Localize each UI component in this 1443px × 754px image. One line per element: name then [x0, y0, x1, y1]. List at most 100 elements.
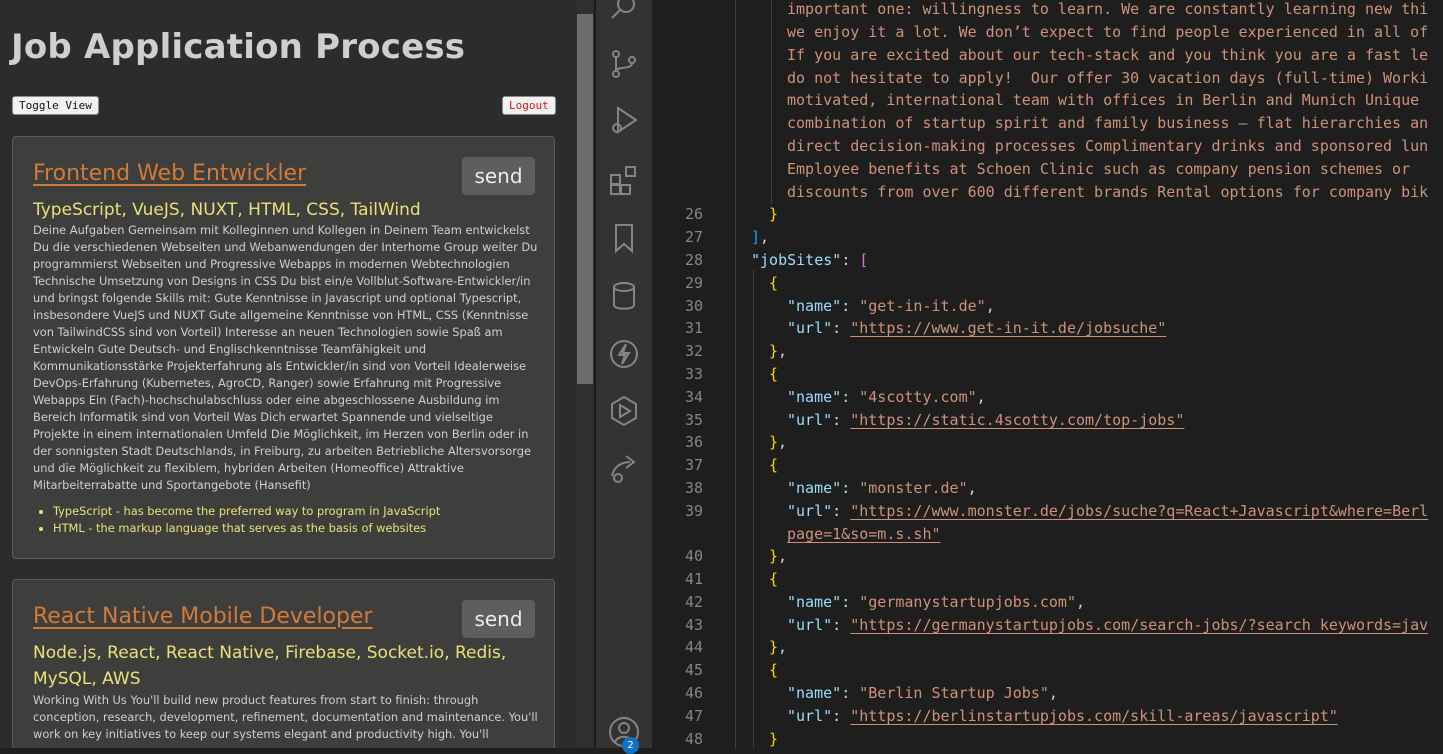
site-url-link[interactable]: "https://www.get-in-it.de/jobsuche" — [850, 319, 1166, 337]
logout-button[interactable]: Logout — [502, 96, 556, 115]
page-title: Job Application Process — [11, 27, 466, 67]
indent-guide — [753, 270, 754, 748]
line-number: 37 — [684, 456, 703, 474]
json-key: "url" — [787, 411, 833, 429]
json-key: "name" — [787, 388, 842, 406]
line-number: 39 — [684, 502, 703, 520]
search-icon[interactable] — [608, 0, 640, 24]
code-line: } — [769, 205, 779, 223]
code-line: "url": "https://www.get-in-it.de/jobsuch… — [787, 319, 1167, 337]
line-number: 41 — [684, 570, 703, 588]
line-number: 38 — [684, 479, 703, 497]
line-number: 33 — [684, 365, 703, 383]
line-number: 34 — [684, 388, 703, 406]
job-title-link[interactable]: React Native Mobile Developer — [33, 604, 373, 629]
code-wrap-line: discounts from over 600 different brands… — [787, 183, 1429, 201]
code-wrap-line: direct decision-making processes Complim… — [787, 137, 1429, 155]
job-description: Deine Aufgaben Gemeinsam mit Kolleginnen… — [33, 223, 538, 492]
job-tech-stack: TypeScript, VueJS, NUXT, HTML, CSS, Tail… — [33, 200, 421, 220]
indent-guide — [735, 0, 736, 748]
line-number: 40 — [684, 547, 703, 565]
code-line: }, — [769, 547, 788, 565]
code-line: "name": "Berlin Startup Jobs", — [787, 684, 1058, 702]
indent-guide — [771, 0, 772, 204]
code-wrap-line: important one: willingness to learn. We … — [787, 0, 1429, 18]
code-line: "name": "monster.de", — [787, 479, 977, 497]
line-number: 36 — [684, 433, 703, 451]
line-number: 26 — [684, 205, 703, 223]
site-url-link[interactable]: "https://germanystartupjobs.com/search-j… — [850, 616, 1428, 634]
site-name: "4scotty.com" — [859, 388, 977, 406]
json-key: "url" — [787, 616, 833, 634]
code-wrap-line: Employee benefits at Schoen Clinic such … — [787, 160, 1411, 178]
site-url-link[interactable]: "https://static.4scotty.com/top-jobs" — [850, 411, 1184, 429]
code-line: "name": "get-in-it.de", — [787, 297, 995, 315]
code-line: }, — [769, 342, 788, 360]
job-card: Frontend Web Entwickler send TypeScript,… — [12, 136, 555, 559]
code-line: }, — [769, 433, 788, 451]
code-line: "name": "germanystartupjobs.com", — [787, 593, 1086, 611]
send-button[interactable]: send — [462, 157, 535, 195]
tech-note-item: TypeScript - has become the preferred wa… — [53, 503, 440, 520]
job-app-panel: Job Application Process Toggle View Logo… — [0, 0, 576, 748]
activity-bar: 2 — [596, 0, 652, 754]
tech-note-item: HTML - the markup language that serves a… — [53, 520, 440, 537]
site-url-link[interactable]: "https://www.monster.de/jobs/suche?q=Rea… — [850, 502, 1428, 520]
code-line: { — [769, 365, 779, 383]
json-key: "name" — [787, 684, 842, 702]
toggle-view-button[interactable]: Toggle View — [12, 96, 99, 115]
code-line: page=1&so=m.s.sh" — [787, 525, 941, 543]
line-number: 43 — [684, 616, 703, 634]
send-button[interactable]: send — [462, 600, 535, 638]
site-url-link-wrap[interactable]: page=1&so=m.s.sh" — [787, 525, 941, 543]
json-key: "jobSites" — [751, 251, 842, 269]
bookmark-icon[interactable] — [608, 222, 640, 254]
extensions-icon[interactable] — [608, 164, 640, 196]
line-number: 35 — [684, 411, 703, 429]
line-number: 32 — [684, 342, 703, 360]
job-card: React Native Mobile Developer send Node.… — [12, 579, 555, 748]
job-tech-stack: Node.js, React, React Native, Firebase, … — [33, 643, 507, 689]
code-editor[interactable]: important one: willingness to learn. We … — [652, 0, 1443, 748]
code-line: { — [769, 456, 779, 474]
site-name: "get-in-it.de" — [859, 297, 986, 315]
job-description: Working With Us You'll build new product… — [33, 693, 538, 741]
json-key: "name" — [787, 593, 842, 611]
code-line: "url": "https://germanystartupjobs.com/s… — [787, 616, 1429, 634]
code-wrap-line: motivated, international team with offic… — [787, 91, 1420, 109]
code-line: { — [769, 570, 779, 588]
json-key: "url" — [787, 319, 833, 337]
json-key: "url" — [787, 707, 833, 725]
line-number: 42 — [684, 593, 703, 611]
code-wrap-line: combination of startup spirit and family… — [787, 114, 1429, 132]
line-number: 45 — [684, 661, 703, 679]
site-name: "monster.de" — [859, 479, 968, 497]
line-number: 48 — [684, 730, 703, 748]
code-wrap-line: If you are excited about our tech-stack … — [787, 46, 1429, 64]
json-key: "name" — [787, 479, 842, 497]
code-line: "name": "4scotty.com", — [787, 388, 986, 406]
json-key: "url" — [787, 502, 833, 520]
code-line: { — [769, 661, 779, 679]
code-wrap-line: do not hesitate to apply! Our offer 30 v… — [787, 69, 1429, 87]
job-title-link[interactable]: Frontend Web Entwickler — [33, 161, 306, 186]
site-url-link[interactable]: "https://berlinstartupjobs.com/skill-are… — [850, 707, 1338, 725]
line-number: 28 — [684, 251, 703, 269]
code-line: } — [769, 730, 779, 748]
line-number: 29 — [684, 274, 703, 292]
line-number: 30 — [684, 297, 703, 315]
code-wrap-line: we enjoy it a lot. We don’t expect to fi… — [787, 23, 1429, 41]
line-number: 46 — [684, 684, 703, 702]
site-name: "germanystartupjobs.com" — [859, 593, 1076, 611]
scrollbar-thumb[interactable] — [577, 14, 593, 384]
run-debug-icon[interactable] — [608, 104, 640, 136]
code-line: "jobSites": [ — [751, 251, 869, 269]
code-line: "url": "https://berlinstartupjobs.com/sk… — [787, 707, 1338, 725]
code-line: { — [769, 274, 779, 292]
lightning-icon[interactable] — [608, 338, 640, 370]
deploy-icon[interactable] — [608, 395, 640, 427]
source-control-icon[interactable] — [608, 48, 640, 80]
database-icon[interactable] — [608, 280, 640, 312]
remote-share-icon[interactable] — [608, 452, 640, 484]
app-scrollbar[interactable] — [576, 0, 594, 748]
